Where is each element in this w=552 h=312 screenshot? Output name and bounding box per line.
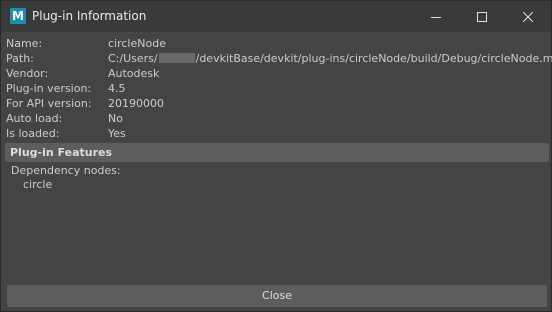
info-label: Is loaded:	[6, 127, 60, 140]
path-prefix: C:/Users/	[108, 52, 158, 65]
info-row-vendor: Vendor: Autodesk	[6, 66, 546, 81]
info-value: No	[108, 112, 123, 125]
maya-app-icon: M	[10, 8, 26, 24]
info-value: circleNode	[108, 37, 166, 50]
info-row-path: Path: C:/Users/ /devkitBase/devkit/plug-i…	[6, 51, 552, 66]
info-row-name: Name: circleNode	[6, 36, 546, 51]
dependency-nodes-label: Dependency nodes:	[11, 164, 121, 177]
info-value: 4.5	[108, 82, 126, 95]
info-value: Yes	[108, 127, 126, 140]
path-suffix: /devkitBase/devkit/plug-ins/circleNode/b…	[195, 52, 552, 65]
title-bar[interactable]: M Plug-in Information	[1, 1, 551, 32]
maximize-button[interactable]	[459, 1, 505, 32]
info-row-plugin-version: Plug-in version: 4.5	[6, 81, 546, 96]
dependency-node-item: circle	[23, 178, 53, 191]
info-label: Plug-in version:	[6, 82, 92, 95]
info-value: 20190000	[108, 97, 164, 110]
info-label: Vendor:	[6, 67, 49, 80]
plugin-features-list: Dependency nodes: circle	[11, 164, 121, 192]
info-row-api-version: For API version: 20190000	[6, 96, 546, 111]
window-title: Plug-in Information	[32, 9, 147, 23]
info-row-auto-load: Auto load: No	[6, 111, 546, 126]
info-row-is-loaded: Is loaded: Yes	[6, 126, 546, 141]
info-label: Name:	[6, 37, 43, 50]
info-label: Path:	[6, 52, 34, 65]
info-value: Autodesk	[108, 67, 160, 80]
minimize-icon	[431, 16, 441, 18]
plugin-info-dialog: M Plug-in Information Name: circleNode P…	[0, 0, 552, 312]
redacted-username	[158, 53, 195, 63]
info-label: Auto load:	[6, 112, 63, 125]
plugin-info-list: Name: circleNode Path: C:/Users/ /devkitB…	[6, 36, 552, 141]
close-window-button[interactable]	[505, 1, 551, 32]
close-icon	[523, 11, 533, 22]
minimize-button[interactable]	[413, 1, 459, 32]
info-value-path: C:/Users/ /devkitBase/devkit/plug-ins/cir…	[108, 51, 552, 66]
info-label: For API version:	[6, 97, 92, 110]
plugin-features-header[interactable]: Plug-in Features	[5, 143, 549, 162]
close-button[interactable]: Close	[7, 285, 547, 307]
maximize-icon	[477, 11, 487, 22]
section-header-label: Plug-in Features	[10, 146, 113, 159]
